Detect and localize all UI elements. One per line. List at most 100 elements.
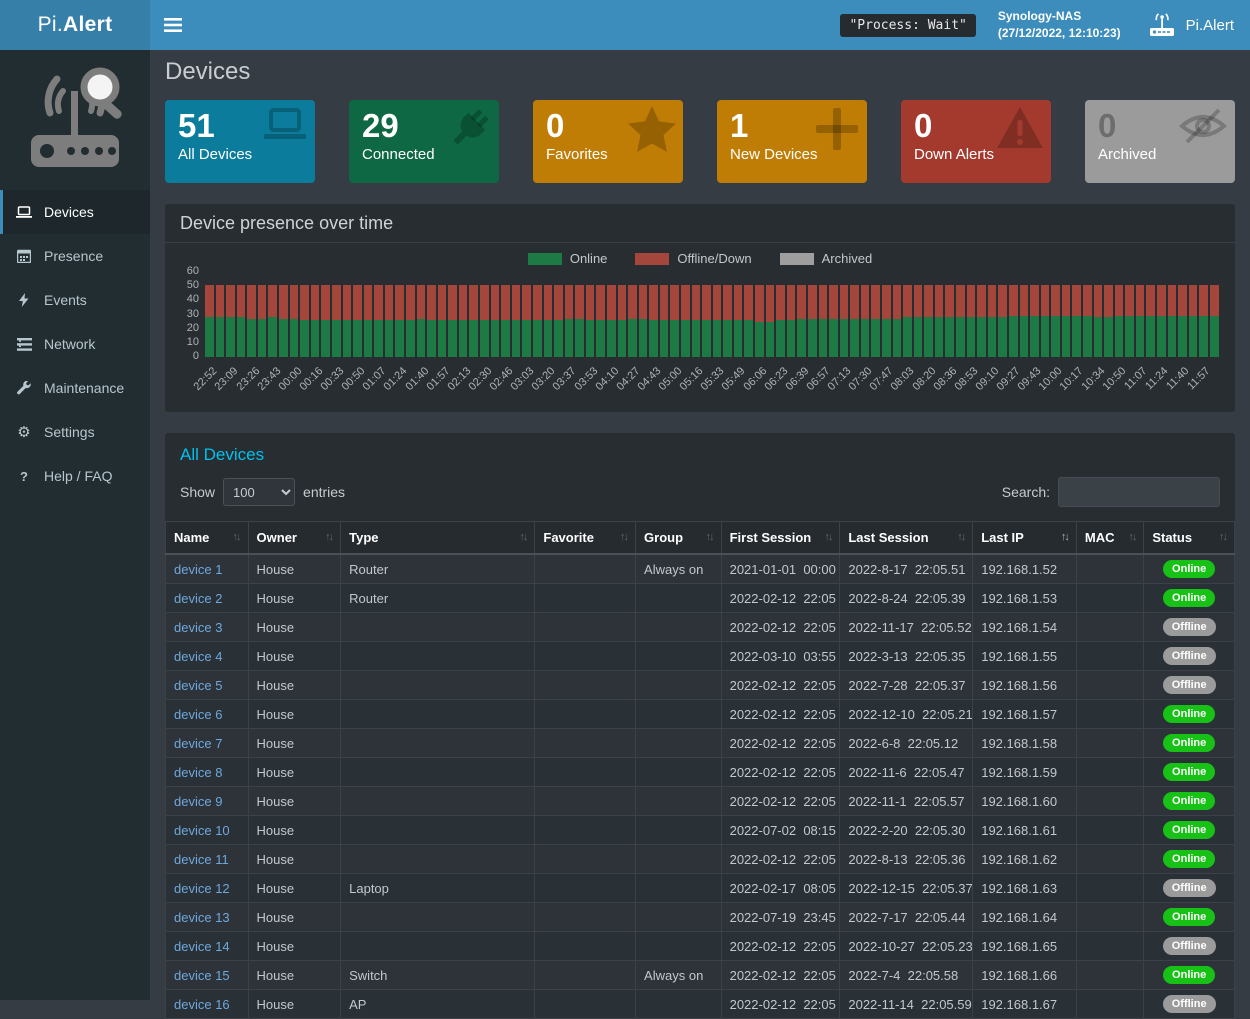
card-archived[interactable]: 0Archived <box>1085 100 1235 183</box>
device-name-link[interactable]: device 1 <box>166 554 249 584</box>
owner-cell: House <box>248 990 341 1019</box>
device-name-link[interactable]: device 8 <box>166 758 249 787</box>
device-name-link[interactable]: device 2 <box>166 584 249 613</box>
hamburger-icon <box>164 18 182 32</box>
device-name-link[interactable]: device 16 <box>166 990 249 1019</box>
x-tick-label: 04:43 <box>635 365 663 393</box>
chart-bar <box>797 272 806 357</box>
status-cell: Online <box>1144 700 1235 729</box>
sidebar-item-devices[interactable]: Devices <box>0 190 150 234</box>
sidebar-item-presence[interactable]: Presence <box>0 234 150 278</box>
device-name-link[interactable]: device 5 <box>166 671 249 700</box>
last-ip-cell: 192.168.1.67 <box>973 990 1077 1019</box>
sort-icon: ↑↓ <box>957 531 964 543</box>
chart-bar <box>385 272 394 357</box>
sidebar-item-maintenance[interactable]: Maintenance <box>0 366 150 410</box>
last-session-cell: 2022-12-10 22:05.21 <box>840 700 973 729</box>
device-name-link[interactable]: device 9 <box>166 787 249 816</box>
column-header-type[interactable]: Type↑↓ <box>341 522 535 555</box>
device-name-link[interactable]: device 6 <box>166 700 249 729</box>
column-header-status[interactable]: Status↑↓ <box>1144 522 1235 555</box>
chart-bar <box>406 272 415 357</box>
search-input[interactable] <box>1058 477 1220 507</box>
sort-icon: ↑↓ <box>620 531 627 543</box>
mac-cell <box>1076 816 1143 845</box>
x-tick-label: 05:49 <box>720 365 748 393</box>
mac-cell <box>1076 642 1143 671</box>
x-tick-label: 23:09 <box>213 365 241 393</box>
last-ip-cell: 192.168.1.60 <box>973 787 1077 816</box>
first-session-cell: 2022-07-19 23:45 <box>721 903 840 932</box>
chart-bar <box>1115 272 1124 357</box>
device-name-link[interactable]: device 12 <box>166 874 249 903</box>
device-name-link[interactable]: device 3 <box>166 613 249 642</box>
legend-item-offline-down[interactable]: Offline/Down <box>635 251 751 266</box>
column-header-group[interactable]: Group↑↓ <box>636 522 722 555</box>
chart-bar <box>226 272 235 357</box>
card-connected[interactable]: 29Connected <box>349 100 499 183</box>
chart-bar <box>628 272 637 357</box>
device-name-link[interactable]: device 14 <box>166 932 249 961</box>
first-session-cell: 2022-02-12 22:05 <box>721 845 840 874</box>
table-row: device 12HouseLaptop2022-02-17 08:052022… <box>166 874 1235 903</box>
column-header-mac[interactable]: MAC↑↓ <box>1076 522 1143 555</box>
device-name-link[interactable]: device 4 <box>166 642 249 671</box>
x-tick-label: 10:17 <box>1058 365 1086 393</box>
mac-cell <box>1076 554 1143 584</box>
column-header-last-ip[interactable]: Last IP↑↓ <box>973 522 1077 555</box>
first-session-cell: 2022-02-12 22:05 <box>721 584 840 613</box>
status-badge: Offline <box>1163 618 1216 636</box>
chart-bar <box>850 272 859 357</box>
column-header-owner[interactable]: Owner↑↓ <box>248 522 341 555</box>
owner-cell: House <box>248 932 341 961</box>
device-name-link[interactable]: device 13 <box>166 903 249 932</box>
page-length-select[interactable]: 100 <box>223 478 295 506</box>
last-ip-cell: 192.168.1.56 <box>973 671 1077 700</box>
x-tick-label: 07:47 <box>868 365 896 393</box>
last-session-cell: 2022-8-13 22:05.36 <box>840 845 973 874</box>
device-name-link[interactable]: device 15 <box>166 961 249 990</box>
laptop-icon <box>15 206 33 219</box>
chart-bar <box>1020 272 1029 357</box>
last-ip-cell: 192.168.1.65 <box>973 932 1077 961</box>
x-tick-label: 06:06 <box>741 365 769 393</box>
sidebar-item-help-faq[interactable]: ?Help / FAQ <box>0 454 150 498</box>
legend-item-archived[interactable]: Archived <box>780 251 873 266</box>
bolt-icon <box>15 293 33 307</box>
top-bar: Pi.Alert "Process: Wait" Synology-NAS (2… <box>0 0 1250 50</box>
status-cell: Offline <box>1144 642 1235 671</box>
group-cell <box>636 642 722 671</box>
chart-bar <box>882 272 891 357</box>
chart-bar <box>819 272 828 357</box>
chart-bar <box>935 272 944 357</box>
sidebar-item-network[interactable]: Network <box>0 322 150 366</box>
chart-bar <box>575 272 584 357</box>
table-row: device 15HouseSwitchAlways on2022-02-12 … <box>166 961 1235 990</box>
column-header-last-session[interactable]: Last Session↑↓ <box>840 522 973 555</box>
favorite-cell <box>535 845 636 874</box>
chart-bar <box>427 272 436 357</box>
chart-bar <box>766 272 775 357</box>
chart-bar <box>607 272 616 357</box>
status-cell: Online <box>1144 816 1235 845</box>
brand-logo[interactable]: Pi.Alert <box>0 0 150 50</box>
legend-item-online[interactable]: Online <box>528 251 608 266</box>
column-header-name[interactable]: Name↑↓ <box>166 522 249 555</box>
sidebar-item-events[interactable]: Events <box>0 278 150 322</box>
column-header-favorite[interactable]: Favorite↑↓ <box>535 522 636 555</box>
sidebar-toggle-button[interactable] <box>150 0 196 50</box>
card-all-devices[interactable]: 51All Devices <box>165 100 315 183</box>
sidebar-item-settings[interactable]: ⚙Settings <box>0 410 150 454</box>
app-identity[interactable]: Pi.Alert <box>1147 12 1234 38</box>
favorite-cell <box>535 729 636 758</box>
card-new-devices[interactable]: 1New Devices <box>717 100 867 183</box>
device-name-link[interactable]: device 11 <box>166 845 249 874</box>
device-name-link[interactable]: device 10 <box>166 816 249 845</box>
card-down-alerts[interactable]: 0Down Alerts <box>901 100 1051 183</box>
chart-bar <box>1199 272 1208 357</box>
device-name-link[interactable]: device 7 <box>166 729 249 758</box>
column-header-first-session[interactable]: First Session↑↓ <box>721 522 840 555</box>
card-favorites[interactable]: 0Favorites <box>533 100 683 183</box>
last-session-cell: 2022-10-27 22:05.23 <box>840 932 973 961</box>
sort-icon: ↑↓ <box>1061 531 1068 543</box>
